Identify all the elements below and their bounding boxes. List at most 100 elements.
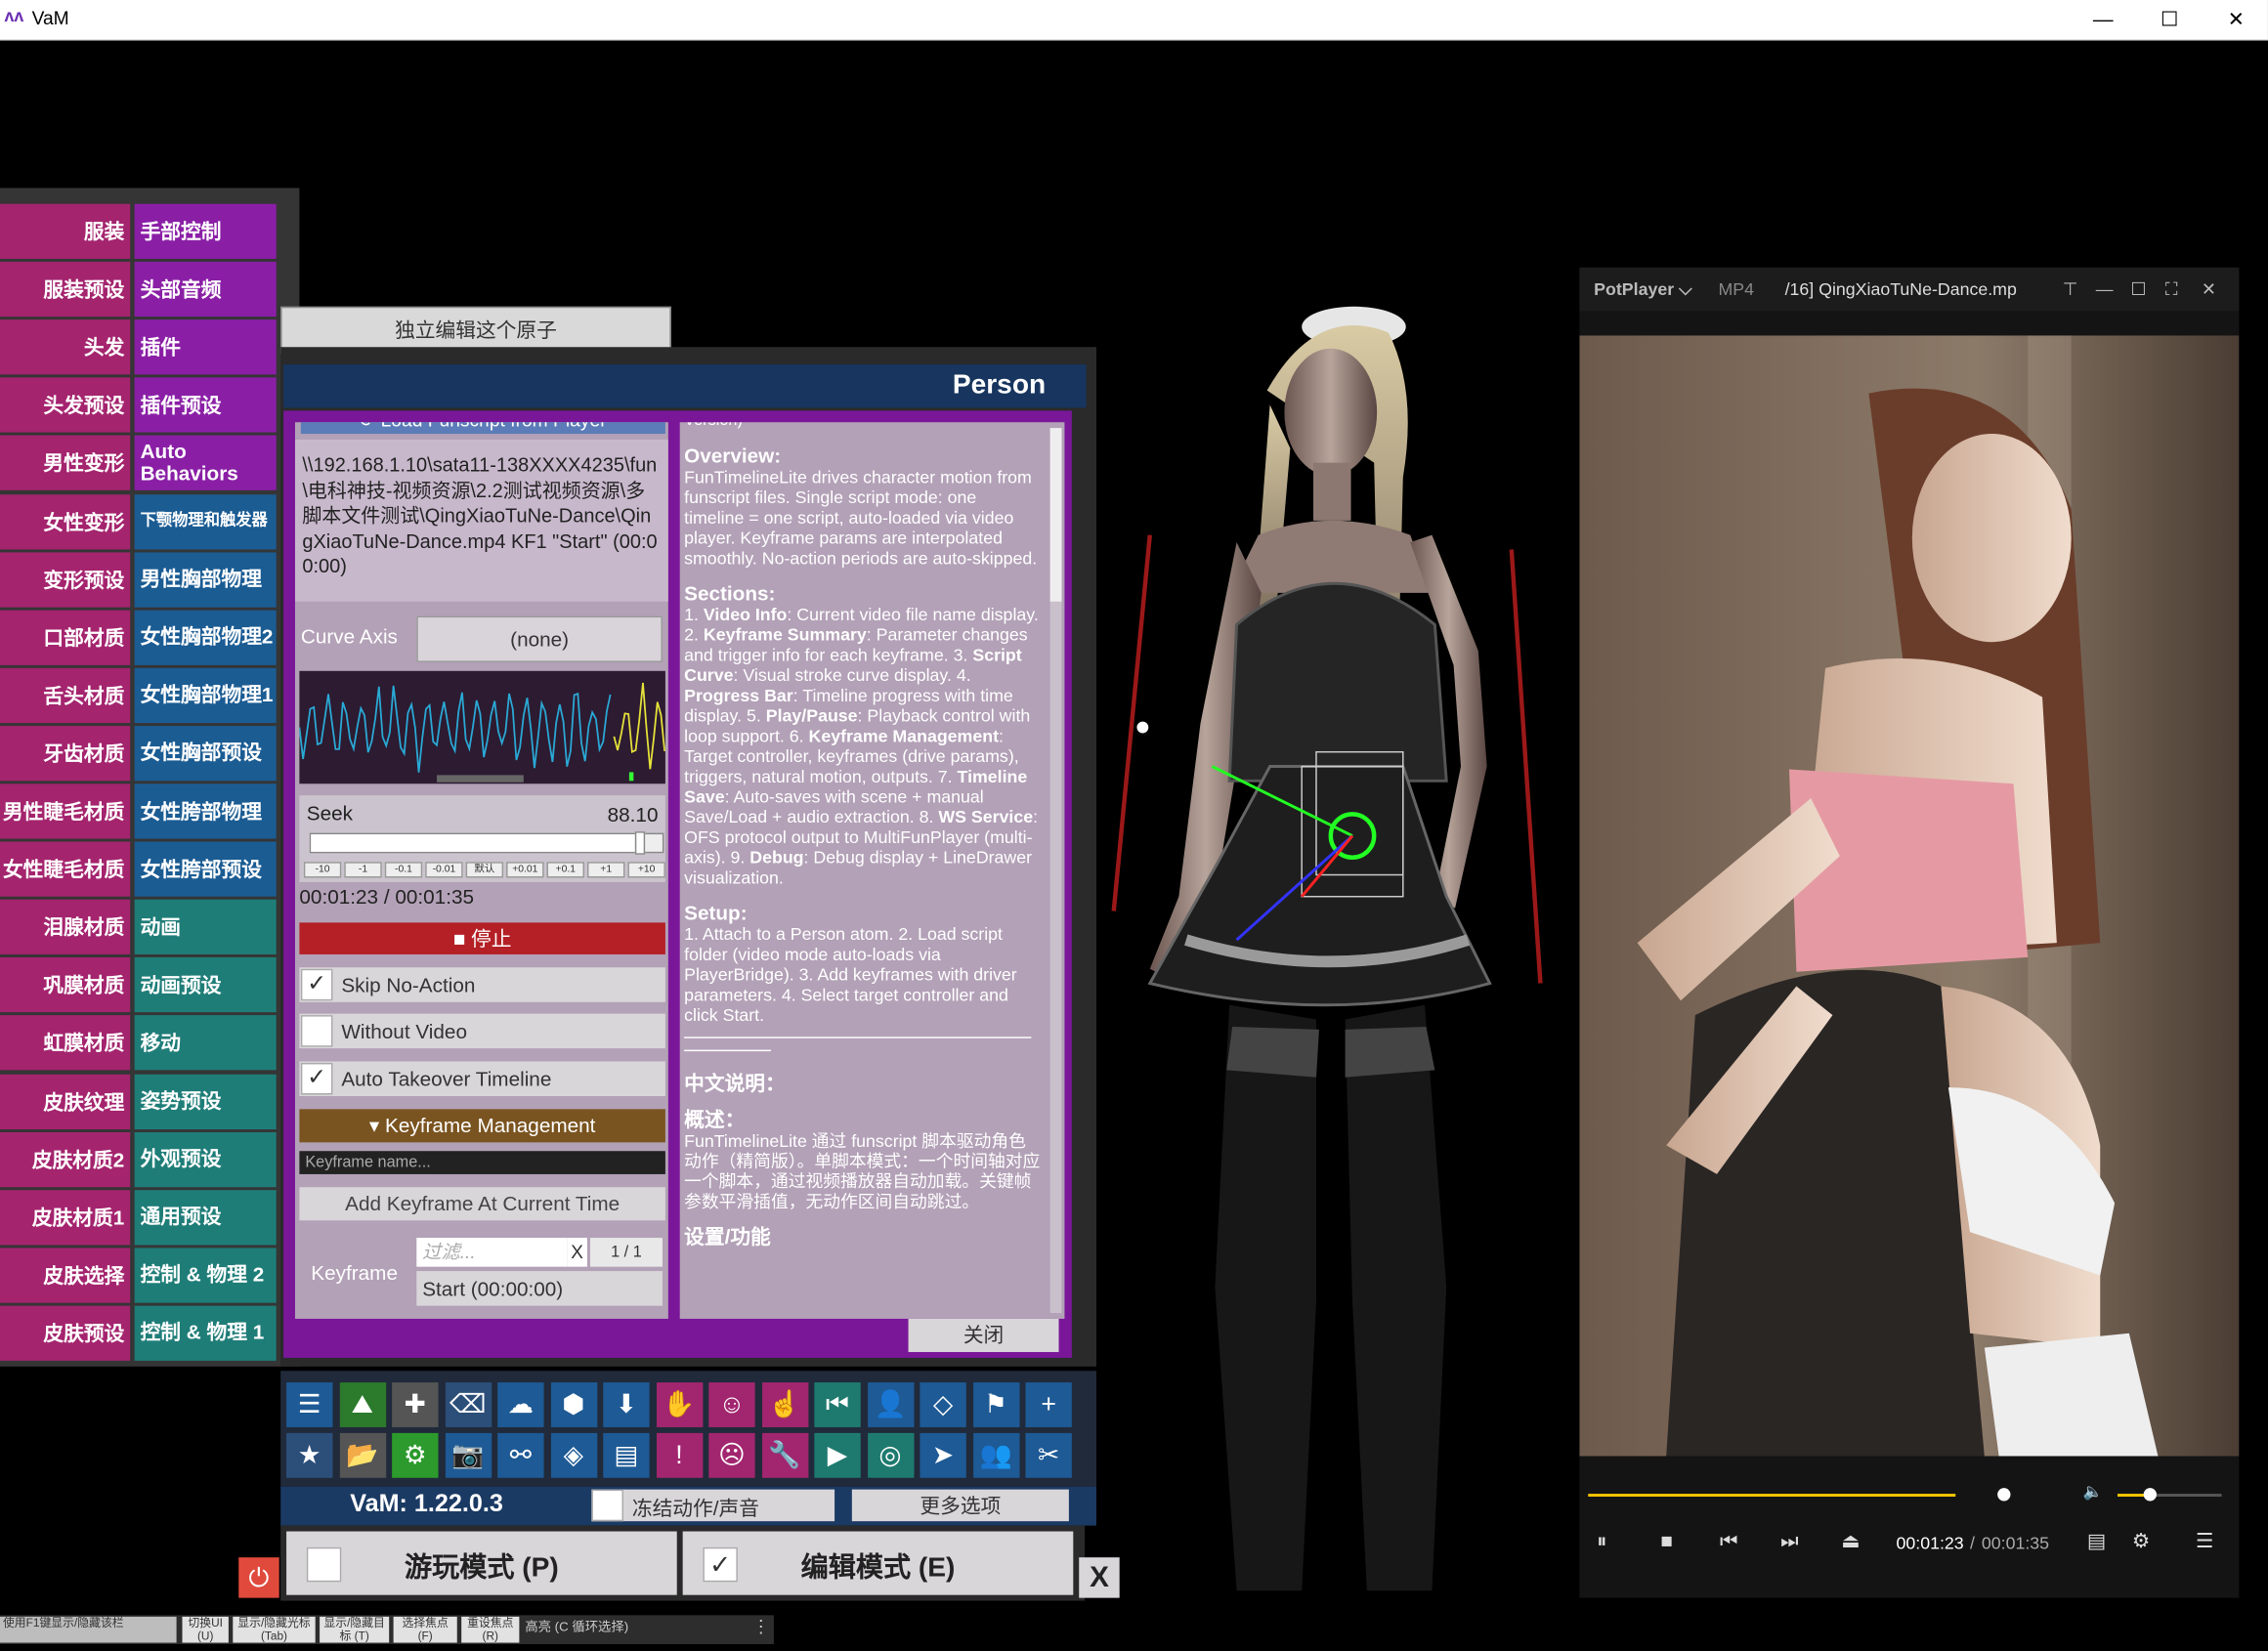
left-menu-item[interactable]: 动画预设 xyxy=(134,957,277,1013)
left-menu-item[interactable]: 女性睫毛材质 xyxy=(0,841,131,897)
left-menu-item[interactable]: 口部材质 xyxy=(0,610,131,665)
checkbox-icon[interactable]: ✓ xyxy=(300,968,333,1001)
pin-icon[interactable]: ⊤ xyxy=(2063,279,2077,300)
pot-volume-handle[interactable] xyxy=(2143,1488,2157,1502)
plus-icon[interactable]: + xyxy=(1025,1382,1072,1427)
menu-icon[interactable]: ☰ xyxy=(2196,1529,2214,1553)
previous-icon[interactable]: ⏮ xyxy=(1720,1529,1738,1553)
left-menu-item[interactable]: 控制 & 物理 2 xyxy=(134,1248,277,1303)
left-menu-item[interactable]: 牙齿材质 xyxy=(0,725,131,782)
wrench-icon[interactable]: 🔧 xyxy=(761,1432,808,1478)
stop-icon[interactable]: ■ xyxy=(1660,1529,1673,1552)
left-menu-item[interactable]: 女性变形 xyxy=(0,493,131,549)
left-menu-item[interactable]: 动画 xyxy=(134,899,277,955)
left-menu-item[interactable]: 手部控制 xyxy=(134,203,277,259)
skip-no-action-toggle[interactable]: ✓ Skip No-Action xyxy=(299,967,665,1002)
seek-step-button[interactable]: -10 xyxy=(303,862,342,878)
freeze-motion-toggle[interactable]: 冻结动作/声音 xyxy=(591,1489,835,1522)
left-menu-item[interactable]: 移动 xyxy=(134,1015,277,1071)
left-menu-item[interactable]: 女性胸部物理1 xyxy=(134,667,277,723)
menu-icon[interactable]: ☰ xyxy=(286,1382,333,1427)
load-funscript-button[interactable]: ⟳ Load Funscript from Player xyxy=(300,422,665,435)
left-menu-item[interactable]: 女性胯部物理 xyxy=(134,783,277,839)
left-menu-item[interactable]: 男性变形 xyxy=(0,436,131,491)
left-menu-item[interactable]: 皮肤材质2 xyxy=(0,1131,131,1187)
hotkey-toggle-cursor[interactable]: 显示/隐藏光标 (Tab) xyxy=(233,1616,316,1643)
power-icon[interactable]: ⏻ xyxy=(238,1557,279,1598)
playlist-icon[interactable]: ▤ xyxy=(2087,1529,2107,1553)
left-menu-item[interactable]: 巩膜材质 xyxy=(0,957,131,1013)
curve-axis-select[interactable]: (none) xyxy=(416,615,663,662)
star-icon[interactable]: ★ xyxy=(286,1432,333,1478)
seek-step-button[interactable]: +10 xyxy=(627,862,665,878)
keyframe-select[interactable]: Start (00:00:00) xyxy=(416,1271,663,1306)
hotkey-toggle-targets[interactable]: 显示/隐藏目标 (T) xyxy=(320,1616,390,1643)
left-menu-item[interactable]: 控制 & 物理 1 xyxy=(134,1305,277,1361)
scrollbar-thumb[interactable] xyxy=(1049,428,1062,602)
left-menu-item[interactable]: 头发预设 xyxy=(0,377,131,434)
flag-icon[interactable]: ⚑ xyxy=(972,1382,1019,1427)
left-menu-item[interactable]: 头发 xyxy=(0,319,131,375)
hotkey-select-focus[interactable]: 选择焦点 (F) xyxy=(393,1616,457,1643)
keyframe-filter-input[interactable]: 过滤... xyxy=(416,1238,568,1267)
inbox-icon[interactable]: ⬇ xyxy=(603,1382,650,1427)
close-panel-button[interactable]: 关闭 xyxy=(908,1318,1059,1352)
more-options-button[interactable]: 更多选项 xyxy=(851,1489,1069,1522)
seek-step-button[interactable]: -1 xyxy=(344,862,382,878)
left-menu-item[interactable]: 下颚物理和触发器 xyxy=(134,493,277,549)
left-menu-item[interactable]: 泪腺材质 xyxy=(0,899,131,955)
left-menu-item[interactable]: 皮肤选择 xyxy=(0,1248,131,1303)
pointer-icon[interactable]: ➤ xyxy=(920,1432,966,1478)
hotkey-toggle-ui[interactable]: 切换UI (U) xyxy=(182,1616,229,1643)
help-scrollbar[interactable] xyxy=(1049,428,1062,1314)
layers-icon[interactable]: ◈ xyxy=(550,1432,597,1478)
volume-icon[interactable]: 🔈 xyxy=(2082,1482,2102,1502)
video-frame[interactable] xyxy=(1579,335,2240,1457)
pause-icon[interactable]: ⏸ xyxy=(1597,1529,1606,1553)
gear-green-icon[interactable]: ⚙ xyxy=(392,1432,439,1478)
checkbox-icon[interactable]: ✓ xyxy=(300,1062,333,1095)
pot-close-button[interactable]: ✕ xyxy=(2202,279,2216,300)
minimize-button[interactable]: — xyxy=(2072,3,2135,35)
pot-seek-handle[interactable] xyxy=(1997,1488,2011,1502)
maximize-button[interactable]: ☐ xyxy=(2138,3,2202,35)
3d-viewport[interactable] xyxy=(1099,289,1576,1644)
unity-icon[interactable]: ◇ xyxy=(920,1382,966,1427)
clear-icon[interactable]: ⌫ xyxy=(445,1382,492,1427)
play-icon[interactable]: ▶ xyxy=(814,1432,861,1478)
camera-icon[interactable]: 📷 xyxy=(445,1432,492,1478)
cube-icon[interactable]: ⬢ xyxy=(550,1382,597,1427)
more-icon[interactable]: ⋮ xyxy=(752,1617,770,1637)
edit-mode-button[interactable]: ✓ 编辑模式 (E) xyxy=(682,1531,1074,1595)
left-menu-item[interactable]: 皮肤材质1 xyxy=(0,1189,131,1245)
add-keyframe-button[interactable]: Add Keyframe At Current Time xyxy=(299,1187,665,1221)
left-menu-item[interactable]: 皮肤纹理 xyxy=(0,1074,131,1129)
close-window-button[interactable]: ✕ xyxy=(2204,3,2268,35)
seek-step-button[interactable]: +0.01 xyxy=(506,862,544,878)
seek-step-button[interactable]: +0.1 xyxy=(546,862,585,878)
checkbox-icon[interactable] xyxy=(591,1489,623,1522)
next-icon[interactable]: ⏭ xyxy=(1780,1529,1799,1553)
seek-step-button[interactable]: 默认 xyxy=(465,862,504,878)
left-menu-item[interactable]: 女性胸部预设 xyxy=(134,725,277,782)
pot-maximize-button[interactable]: ☐ xyxy=(2130,279,2146,300)
stop-button[interactable]: ■ 停止 xyxy=(299,922,665,954)
left-menu-item[interactable]: 皮肤预设 xyxy=(0,1305,131,1361)
hotkey-reset-focus[interactable]: 重设焦点 (R) xyxy=(461,1616,520,1643)
left-menu-item[interactable]: 姿势预设 xyxy=(134,1074,277,1129)
people-icon[interactable]: 👥 xyxy=(972,1432,1019,1478)
left-menu-item[interactable]: 男性胸部物理 xyxy=(134,551,277,608)
auto-takeover-toggle[interactable]: ✓ Auto Takeover Timeline xyxy=(299,1061,665,1096)
left-menu-item[interactable]: 服装预设 xyxy=(0,262,131,318)
person-add-icon[interactable]: ☺ xyxy=(708,1382,755,1427)
seek-step-button[interactable]: -0.1 xyxy=(384,862,423,878)
finger-icon[interactable]: ☝ xyxy=(761,1382,808,1427)
target-icon[interactable]: ◎ xyxy=(867,1432,914,1478)
settings-icon[interactable]: ⚙ xyxy=(2132,1529,2151,1553)
person-remove-icon[interactable]: ☹ xyxy=(708,1432,755,1478)
pot-minimize-button[interactable]: — xyxy=(2096,279,2114,300)
filter-clear-button[interactable]: X xyxy=(567,1238,587,1267)
left-menu-item[interactable]: 插件预设 xyxy=(134,377,277,434)
left-menu-item[interactable]: Auto Behaviors xyxy=(134,436,277,491)
pot-fullscreen-icon[interactable]: ⛶ xyxy=(2165,279,2177,301)
